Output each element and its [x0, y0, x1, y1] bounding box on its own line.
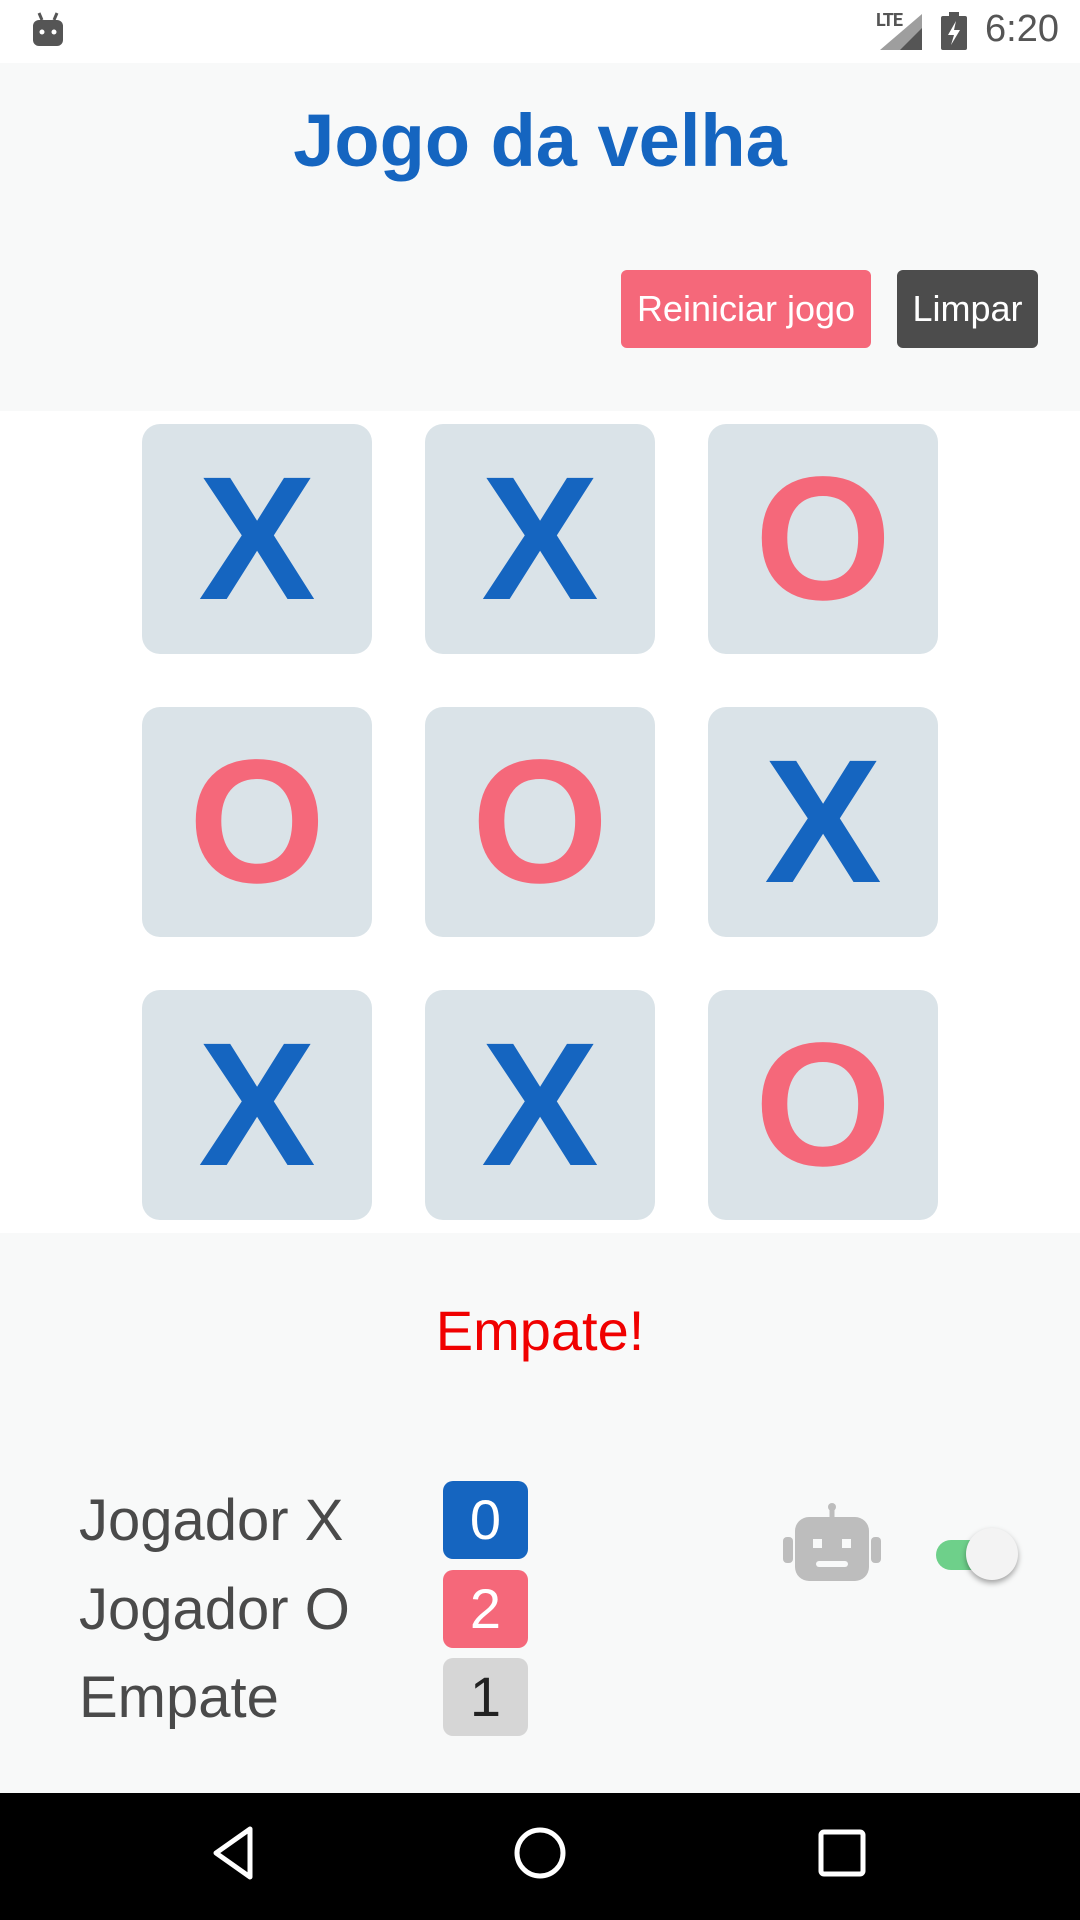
board-cell-2[interactable]: X — [425, 424, 655, 654]
player-x-score-badge: 0 — [443, 1481, 528, 1559]
board-cell-8[interactable]: X — [425, 990, 655, 1220]
board-cell-5[interactable]: O — [425, 707, 655, 937]
game-board: X X O O O X X X O — [0, 411, 1080, 1233]
player-x-label: Jogador X — [79, 1488, 344, 1553]
toggle-thumb[interactable] — [966, 1528, 1018, 1580]
status-bar: LTE 6:20 — [0, 0, 1080, 63]
board-cell-6[interactable]: X — [708, 707, 938, 937]
page-title: Jogo da velha — [293, 99, 787, 182]
draw-label: Empate — [79, 1665, 279, 1730]
signal-icon — [880, 14, 922, 50]
board-cell-7[interactable]: X — [142, 990, 372, 1220]
board-cell-1[interactable]: X — [142, 424, 372, 654]
clear-button[interactable]: Limpar — [897, 270, 1038, 348]
recents-icon[interactable] — [812, 1823, 872, 1883]
battery-charging-icon — [941, 12, 967, 50]
board-cell-9[interactable]: O — [708, 990, 938, 1220]
board-cell-4[interactable]: O — [142, 707, 372, 937]
game-result-text: Empate! — [435, 1299, 645, 1362]
robot-icon — [783, 1503, 881, 1581]
back-icon[interactable] — [206, 1823, 266, 1883]
ai-opponent-toggle[interactable] — [936, 1526, 1020, 1580]
restart-game-button[interactable]: Reiniciar jogo — [621, 270, 871, 348]
player-o-label: Jogador O — [79, 1577, 350, 1642]
draw-score-badge: 1 — [443, 1658, 528, 1736]
board-cell-3[interactable]: O — [708, 424, 938, 654]
player-o-score-badge: 2 — [443, 1570, 528, 1648]
status-time: 6:20 — [985, 8, 1059, 50]
home-icon[interactable] — [510, 1823, 570, 1883]
navigation-bar — [0, 1793, 1080, 1920]
android-icon — [33, 12, 63, 46]
